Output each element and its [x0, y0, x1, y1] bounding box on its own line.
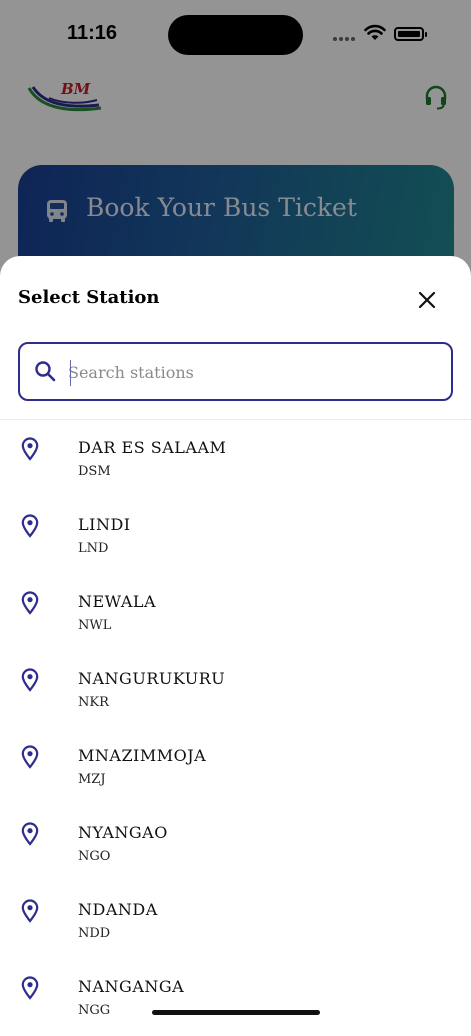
station-item[interactable]: MNAZIMMOJA MZJ — [0, 728, 471, 805]
station-item[interactable]: NANGANGA NGG — [0, 959, 471, 1036]
station-name: NYANGAO — [78, 823, 168, 842]
map-pin-icon — [21, 437, 39, 461]
close-button[interactable] — [414, 287, 440, 313]
station-list: DAR ES SALAAM DSM LINDI LND NEWALA NWL N… — [0, 420, 471, 1036]
station-name: NANGURUKURU — [78, 669, 226, 688]
map-pin-icon — [21, 514, 39, 538]
station-code: NWL — [78, 618, 112, 633]
map-pin-icon — [21, 668, 39, 692]
station-code: NDD — [78, 926, 111, 941]
station-name: NEWALA — [78, 592, 157, 611]
select-station-sheet: Select Station DAR ES SALAAM DSM LINDI L… — [0, 256, 471, 1024]
sheet-title: Select Station — [18, 287, 160, 308]
station-code: DSM — [78, 464, 111, 479]
station-name: NANGANGA — [78, 977, 185, 996]
map-pin-icon — [21, 976, 39, 1000]
text-cursor — [70, 360, 71, 386]
home-indicator[interactable] — [152, 1010, 320, 1015]
station-item[interactable]: NEWALA NWL — [0, 574, 471, 651]
search-box[interactable] — [18, 342, 453, 401]
station-item[interactable]: LINDI LND — [0, 497, 471, 574]
station-code: MZJ — [78, 772, 106, 787]
station-item[interactable]: NANGURUKURU NKR — [0, 651, 471, 728]
station-name: MNAZIMMOJA — [78, 746, 207, 765]
station-item[interactable]: NYANGAO NGO — [0, 805, 471, 882]
station-name: NDANDA — [78, 900, 158, 919]
station-code: NGO — [78, 849, 111, 864]
station-code: NGG — [78, 1003, 111, 1018]
station-item[interactable]: NDANDA NDD — [0, 882, 471, 959]
map-pin-icon — [21, 822, 39, 846]
map-pin-icon — [21, 745, 39, 769]
search-input[interactable] — [68, 354, 428, 390]
search-icon — [35, 361, 56, 382]
station-code: NKR — [78, 695, 109, 710]
map-pin-icon — [21, 591, 39, 615]
close-icon — [418, 291, 436, 309]
station-item[interactable]: DAR ES SALAAM DSM — [0, 420, 471, 497]
station-name: LINDI — [78, 515, 131, 534]
station-name: DAR ES SALAAM — [78, 438, 227, 457]
map-pin-icon — [21, 899, 39, 923]
station-code: LND — [78, 541, 109, 556]
